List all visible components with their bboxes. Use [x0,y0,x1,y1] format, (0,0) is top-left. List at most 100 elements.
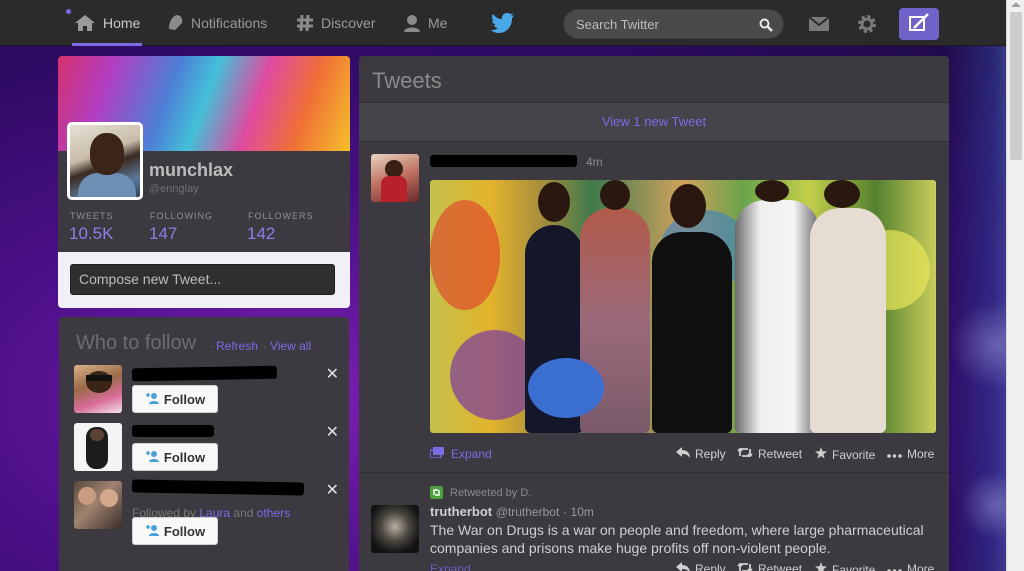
expand-tweet-button[interactable]: Expand [430,562,471,571]
scroll-thumb[interactable] [1010,12,1022,160]
following-count[interactable]: 147 [149,224,177,244]
profile-card: munchlax @ennglay TWEETS 10.5K FOLLOWING… [58,56,350,308]
home-icon [74,14,96,32]
expand-tweet-button[interactable]: Expand [429,447,492,461]
person-head [755,180,789,202]
retweet-button[interactable]: Retweet [737,447,802,461]
person-figure [735,200,819,433]
view-new-tweets-bar[interactable]: View 1 new Tweet [359,102,949,142]
person-figure [810,208,886,433]
nav-me[interactable]: Me [401,0,449,46]
favorite-button[interactable]: Favorite [815,562,875,571]
messages-envelope-icon[interactable] [808,15,830,38]
tweet-divider [359,472,949,473]
person-head [670,184,706,228]
followed-by-others-link[interactable]: others [257,506,290,520]
profile-avatar[interactable] [67,122,143,200]
compose-tweet-button[interactable] [899,8,939,40]
view-all-link[interactable]: View all [270,339,311,353]
redacted-name [131,365,278,382]
dismiss-suggestion-button[interactable]: ✕ [326,422,339,442]
tweet-meta-separator: · [562,505,567,519]
star-icon [815,447,827,462]
profile-handle: @ennglay [149,183,199,195]
new-activity-dot [66,9,71,14]
tweet-photo[interactable] [430,180,936,433]
tweet-avatar[interactable] [371,505,419,553]
reply-button[interactable]: Reply [676,562,726,571]
twitter-bird-icon[interactable] [491,13,515,38]
dismiss-suggestion-button[interactable]: ✕ [326,364,339,384]
avatar-shirt [78,173,136,197]
nav-discover-label: Discover [321,15,376,31]
profile-name[interactable]: munchlax [149,160,233,181]
compose-quill-icon [908,12,930,37]
more-dots-icon [887,447,902,461]
more-dots-icon [887,562,902,571]
suggestion-row: Follow ✕ [74,365,339,423]
redacted-name [132,425,214,437]
tweets-timeline: Tweets View 1 new Tweet 4m Expand Reply [359,56,949,571]
avatar-face [90,133,124,175]
add-user-icon [145,392,159,407]
followers-count[interactable]: 142 [247,224,275,244]
nav-discover[interactable]: Discover [294,0,377,46]
tweet-author-name[interactable]: trutherbot [430,504,492,519]
redacted-name [131,479,305,496]
person-head [824,180,860,208]
retweeted-by-text[interactable]: Retweeted by D. [450,487,531,499]
who-to-follow-title: Who to follow [76,332,197,354]
follow-label: Follow [163,391,206,407]
search-icon[interactable] [759,18,773,37]
suggestion-avatar[interactable] [74,481,122,529]
star-icon [815,562,827,571]
more-button[interactable]: More [887,447,934,461]
scroll-up-arrow-icon[interactable] [1011,2,1021,7]
follow-button[interactable]: Follow [132,517,218,545]
suggestion-avatar[interactable] [74,365,122,413]
nav-home-label: Home [103,15,141,31]
hashtag-icon [296,14,314,32]
favorite-label: Favorite [832,447,876,462]
tweet-author: trutherbot @trutherbot · 10m [430,504,594,519]
search-box [563,9,784,39]
followed-by-and: and [233,506,254,520]
favorite-label: Favorite [832,562,876,571]
tweets-count[interactable]: 10.5K [69,224,113,244]
tweets-count-label: TWEETS [70,211,114,221]
nav-notifications[interactable]: Notifications [164,0,269,46]
person-head [600,180,630,210]
graffiti-shape [430,200,500,310]
more-button[interactable]: More [887,562,934,571]
reply-icon [676,562,690,571]
tweet-actions: Expand Reply Retweet Favorite More [359,447,949,467]
tweet-timestamp[interactable]: 10m [571,505,594,519]
tweet-author-handle[interactable]: @trutherbot [496,505,560,519]
reply-label: Reply [695,562,726,571]
page-scrollbar[interactable] [1006,0,1024,571]
follow-button[interactable]: Follow [132,385,218,413]
tweet-avatar[interactable] [371,154,419,202]
compose-tweet-input[interactable]: Compose new Tweet... [70,264,335,295]
reply-button[interactable]: Reply [676,447,726,461]
dismiss-suggestion-button[interactable]: ✕ [326,480,339,500]
nav-home[interactable]: Home [72,0,143,46]
suggestion-row: Followed by Laura and others Follow ✕ [74,479,339,547]
compose-area: Compose new Tweet... [58,252,350,308]
retweet-button[interactable]: Retweet [737,562,802,571]
photographer-cap [528,358,604,418]
link-separator: · [263,339,267,353]
followers-count-label: FOLLOWERS [248,211,314,221]
search-input[interactable] [576,17,756,32]
refresh-link[interactable]: Refresh [216,339,258,353]
more-label: More [907,447,935,461]
suggestion-avatar[interactable] [74,423,122,471]
who-to-follow-panel: Who to follow · Refresh · View all Follo… [59,317,349,571]
person-head [538,182,570,222]
favorite-button[interactable]: Favorite [815,447,875,462]
retweet-label: Retweet [758,562,803,571]
follow-button[interactable]: Follow [132,443,218,471]
tweet-timestamp[interactable]: 4m [586,155,603,169]
settings-gear-icon[interactable] [856,13,878,40]
follow-label: Follow [163,449,206,465]
